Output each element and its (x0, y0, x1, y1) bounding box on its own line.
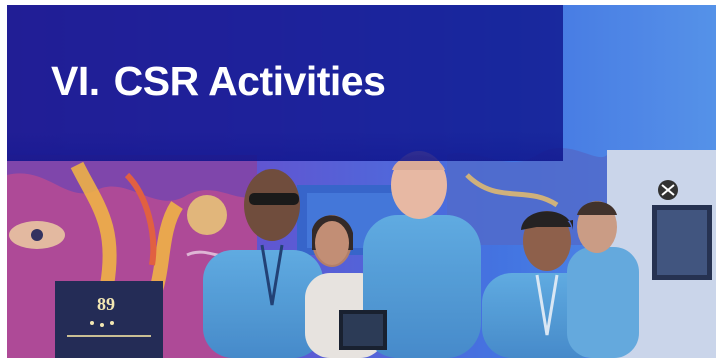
section-title: VI. CSR Activities (51, 58, 386, 104)
title-banner-fade (7, 131, 563, 161)
section-number: VI. (51, 58, 100, 104)
slide-frame: 89 VI. CSR Activities (7, 5, 716, 358)
section-title-text: CSR Activities (113, 58, 386, 104)
